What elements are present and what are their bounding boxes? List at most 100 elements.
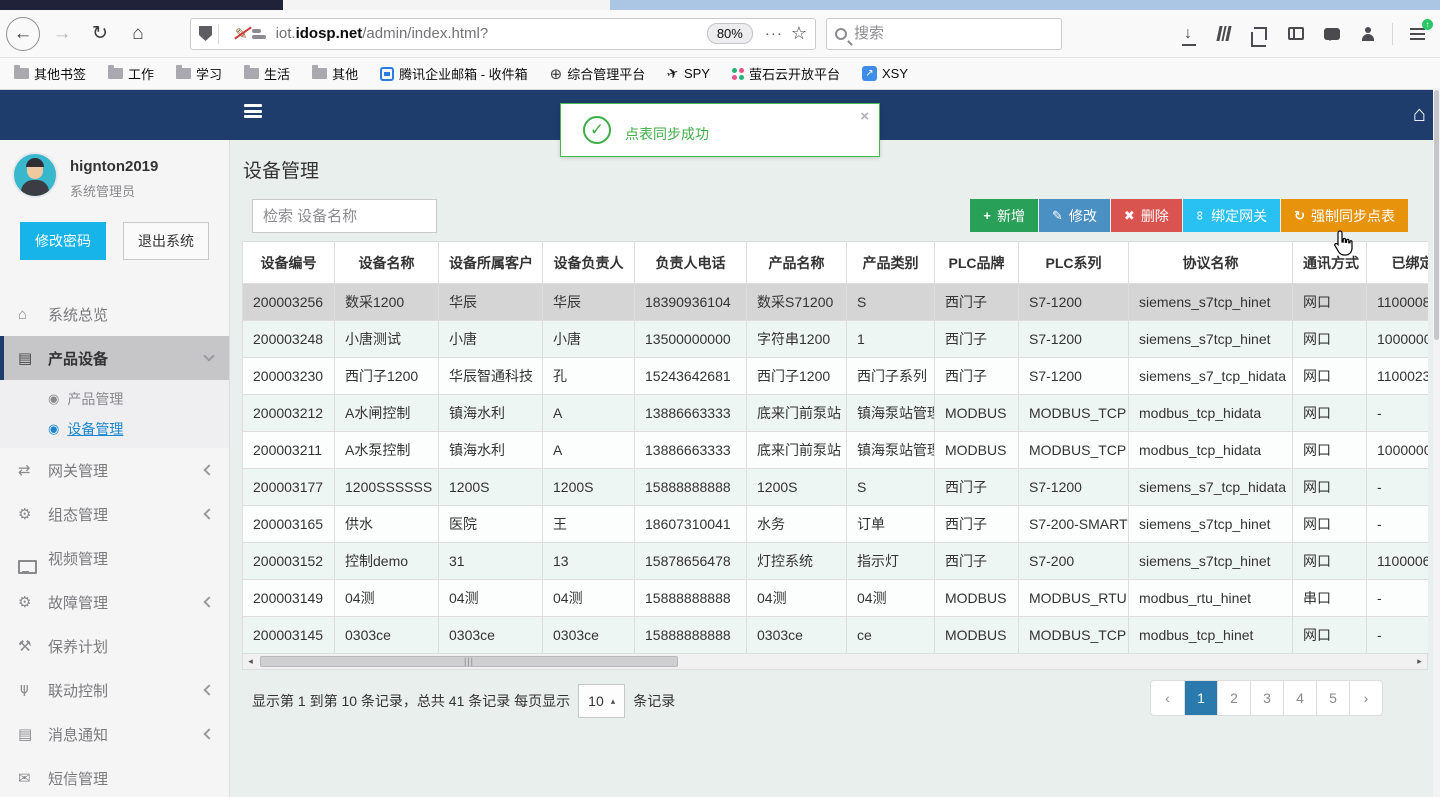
edit-button[interactable]: ✎ 修改	[1039, 199, 1110, 232]
account-button[interactable]	[1350, 19, 1386, 49]
cell-category[interactable]: 镇海泵站管理	[846, 394, 935, 432]
cell-category[interactable]: S	[846, 468, 935, 506]
cell-device-name[interactable]: 04测	[334, 579, 439, 617]
cell-product[interactable]: 1200S	[746, 468, 847, 506]
cell-customer[interactable]: 镇海水利	[438, 394, 543, 432]
cell-category[interactable]: 镇海泵站管理	[846, 431, 935, 469]
cell-plc-brand[interactable]: 西门子	[934, 505, 1019, 543]
cell-gateway[interactable]: 1100023	[1366, 357, 1428, 395]
app-menu-button[interactable]: ↑	[1399, 18, 1435, 49]
sidebar-item-video[interactable]: 视频管理	[0, 536, 229, 580]
cell-phone[interactable]: 15888888888	[634, 579, 747, 617]
table-row[interactable]: 200003165 供水 医院 王 18607310041 水务 订单 西门子 …	[242, 505, 1428, 543]
cell-device-id[interactable]: 200003145	[242, 616, 335, 654]
cell-gateway[interactable]: -	[1366, 505, 1428, 543]
cell-plc-brand[interactable]: MODBUS	[934, 431, 1019, 469]
sidebar-item-product-mgmt[interactable]: ◉ 产品管理	[0, 384, 229, 414]
cell-gateway[interactable]: -	[1366, 579, 1428, 617]
downloads-button[interactable]: ↓	[1170, 19, 1206, 49]
reload-button[interactable]: ↻	[84, 18, 116, 50]
logout-button[interactable]: 退出系统	[123, 222, 209, 260]
cell-plc-series[interactable]: MODBUS_RTU	[1018, 579, 1129, 617]
bookmark-xsy[interactable]: ↗ XSY	[862, 66, 908, 81]
cell-protocol[interactable]: modbus_tcp_hinet	[1128, 616, 1293, 654]
cell-plc-series[interactable]: S7-1200	[1018, 357, 1129, 395]
table-row[interactable]: 200003230 西门子1200 华辰智通科技 孔 15243642681 西…	[242, 357, 1428, 395]
cell-protocol[interactable]: siemens_s7tcp_hinet	[1128, 283, 1293, 321]
screenshot-button[interactable]	[1242, 19, 1278, 49]
library-button[interactable]	[1206, 19, 1242, 49]
table-row[interactable]: 200003145 0303ce 0303ce 0303ce 158888888…	[242, 616, 1428, 654]
cell-gateway[interactable]: -	[1366, 468, 1428, 506]
cell-device-name[interactable]: 供水	[334, 505, 439, 543]
cell-protocol[interactable]: siemens_s7tcp_hinet	[1128, 320, 1293, 358]
cell-plc-series[interactable]: S7-1200	[1018, 320, 1129, 358]
column-header[interactable]: 设备所属客户	[438, 241, 543, 284]
device-search-box[interactable]	[252, 199, 437, 233]
cell-product[interactable]: 底来门前泵站	[746, 394, 847, 432]
cell-phone[interactable]: 13500000000	[634, 320, 747, 358]
app-home-icon[interactable]: ⌂	[1413, 101, 1426, 127]
column-header[interactable]: PLC品牌	[934, 241, 1019, 284]
cell-plc-brand[interactable]: 西门子	[934, 283, 1019, 321]
cell-category[interactable]: 订单	[846, 505, 935, 543]
bind-gateway-button[interactable]: ∞ 绑定网关	[1182, 199, 1281, 232]
cell-plc-series[interactable]: S7-1200	[1018, 468, 1129, 506]
cell-device-id[interactable]: 200003165	[242, 505, 335, 543]
inactive-tab-strip[interactable]	[283, 0, 610, 10]
cell-manager[interactable]: 13	[542, 542, 635, 580]
cell-plc-brand[interactable]: 西门子	[934, 468, 1019, 506]
column-header[interactable]: 设备名称	[334, 241, 439, 284]
cell-phone[interactable]: 18607310041	[634, 505, 747, 543]
cell-product[interactable]: 底来门前泵站	[746, 431, 847, 469]
cell-customer[interactable]: 镇海水利	[438, 431, 543, 469]
cell-gateway[interactable]: -	[1366, 616, 1428, 654]
sidebar-item-maintenance[interactable]: 保养计划	[0, 624, 229, 668]
sidebar-toggle-icon[interactable]	[244, 104, 262, 118]
change-password-button[interactable]: 修改密码	[20, 222, 106, 260]
cell-manager[interactable]: 王	[542, 505, 635, 543]
cell-plc-series[interactable]: S7-200	[1018, 542, 1129, 580]
cell-comm[interactable]: 网口	[1292, 468, 1367, 506]
cell-device-id[interactable]: 200003248	[242, 320, 335, 358]
sidebar-item-fault[interactable]: 故障管理	[0, 580, 229, 624]
cell-plc-brand[interactable]: MODBUS	[934, 616, 1019, 654]
cell-plc-brand[interactable]: 西门子	[934, 542, 1019, 580]
column-header[interactable]: 产品类别	[846, 241, 935, 284]
cell-category[interactable]: 04测	[846, 579, 935, 617]
cell-protocol[interactable]: modbus_tcp_hidata	[1128, 394, 1293, 432]
delete-button[interactable]: ✖ 删除	[1110, 199, 1182, 232]
bookmark-folder[interactable]: 其他书签	[14, 64, 86, 83]
sidebar-item-products[interactable]: 产品设备	[0, 336, 229, 380]
cell-manager[interactable]: 1200S	[542, 468, 635, 506]
bookmark-folder[interactable]: 学习	[176, 64, 222, 83]
cell-category[interactable]: S	[846, 283, 935, 321]
sidebar-item-message[interactable]: 消息通知	[0, 712, 229, 756]
bookmark-folder[interactable]: 其他	[312, 64, 358, 83]
column-header[interactable]: 负责人电话	[634, 241, 747, 284]
bookmark-folder[interactable]: 工作	[108, 64, 154, 83]
force-sync-button[interactable]: ↻ 强制同步点表	[1281, 199, 1408, 232]
column-header[interactable]: 通讯方式	[1292, 241, 1367, 284]
cell-protocol[interactable]: modbus_tcp_hidata	[1128, 431, 1293, 469]
column-header[interactable]: 已绑定网关	[1366, 241, 1428, 284]
cell-manager[interactable]: 0303ce	[542, 616, 635, 654]
cell-product[interactable]: 灯控系统	[746, 542, 847, 580]
cell-category[interactable]: 1	[846, 320, 935, 358]
sidebar-item-linkage[interactable]: 联动控制	[0, 668, 229, 712]
cell-manager[interactable]: A	[542, 431, 635, 469]
cell-device-id[interactable]: 200003211	[242, 431, 335, 469]
pocket-button[interactable]	[1314, 19, 1350, 49]
cell-manager[interactable]: A	[542, 394, 635, 432]
cell-customer[interactable]: 小唐	[438, 320, 543, 358]
zoom-level-badge[interactable]: 80%	[706, 23, 753, 44]
sidebar-item-scada[interactable]: 组态管理	[0, 492, 229, 536]
cell-gateway[interactable]: -	[1366, 394, 1428, 432]
cell-plc-series[interactable]: S7-200-SMART	[1018, 505, 1129, 543]
bookmark-platform[interactable]: ⊕ 综合管理平台	[550, 64, 646, 83]
cell-plc-brand[interactable]: MODBUS	[934, 394, 1019, 432]
cell-plc-series[interactable]: MODBUS_TCP	[1018, 431, 1129, 469]
cell-product[interactable]: 0303ce	[746, 616, 847, 654]
cell-customer[interactable]: 华辰	[438, 283, 543, 321]
table-row[interactable]: 200003152 控制demo 31 13 15878656478 灯控系统 …	[242, 542, 1428, 580]
